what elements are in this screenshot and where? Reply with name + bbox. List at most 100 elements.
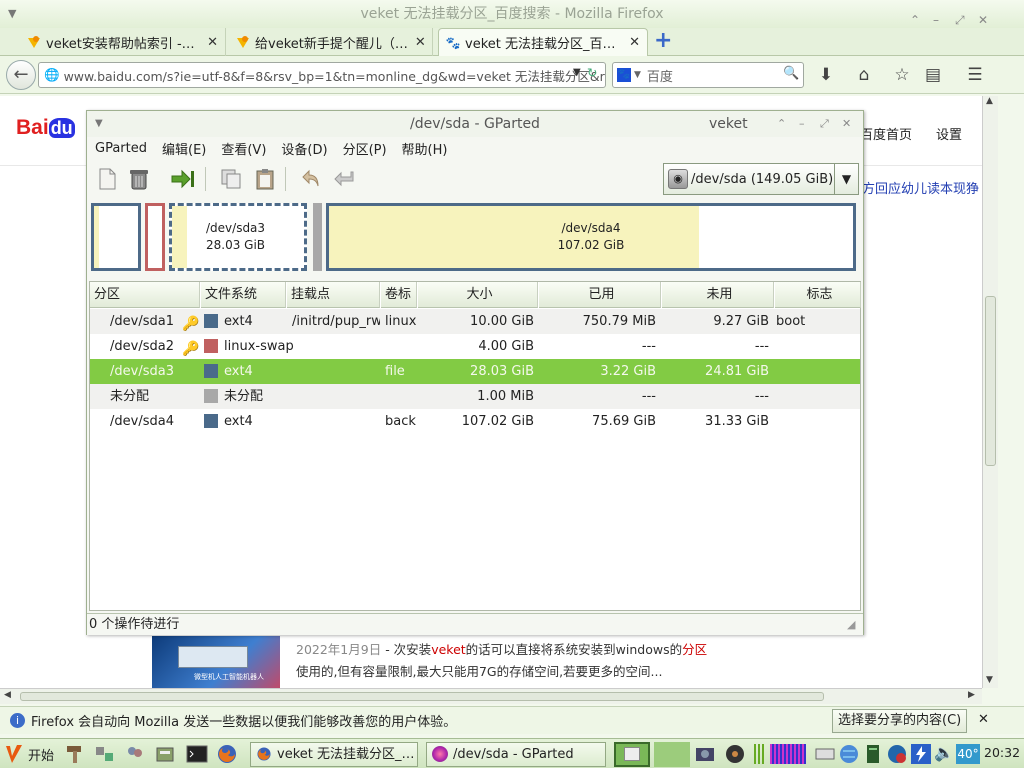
graph-seg-sda4[interactable]: /dev/sda4 107.02 GiB <box>326 203 856 271</box>
cell-unused: 31.33 GiB <box>705 414 769 429</box>
col-used[interactable]: 已用 <box>539 282 661 308</box>
url-bar[interactable]: 🌐 www.baidu.com/s?ie=utf-8&f=8&rsv_bp=1&… <box>38 62 606 88</box>
scroll-up-icon[interactable]: ▲ <box>986 96 993 106</box>
browser-tab-2[interactable]: 给veket新手提个醒儿（… ✕ <box>229 28 433 56</box>
menu-device[interactable]: 设备(D) <box>281 139 327 158</box>
vertical-scrollbar[interactable]: ▲ ▼ <box>982 96 998 688</box>
window-menu-icon[interactable]: ▼ <box>8 0 16 28</box>
menu-view[interactable]: 查看(V) <box>221 139 266 158</box>
scroll-down-icon[interactable]: ▼ <box>986 675 993 685</box>
horizontal-scrollbar[interactable]: ◀ ▶ <box>0 688 982 704</box>
side-news-link[interactable]: 方回应幼儿读本现狰 <box>862 178 979 197</box>
keyboard-icon[interactable] <box>814 743 836 765</box>
col-unused[interactable]: 未用 <box>662 282 774 308</box>
workspace-1[interactable] <box>614 742 650 767</box>
tools-hammer-icon[interactable] <box>64 743 86 765</box>
notification-close-icon[interactable]: ✕ <box>978 712 989 727</box>
power-bolt-icon[interactable] <box>910 743 932 765</box>
task-firefox[interactable]: veket 无法挂载分区_… <box>250 742 418 767</box>
baidu-home-link[interactable]: 百度首页 <box>860 124 912 143</box>
people-icon[interactable] <box>124 743 146 765</box>
volume-icon[interactable]: 🔈 <box>934 743 954 762</box>
share-choice-button[interactable]: 选择要分享的内容(C) <box>832 709 968 733</box>
resize-move-icon[interactable] <box>171 167 195 191</box>
baidu-search-engine-icon[interactable]: 🐾 <box>617 68 631 82</box>
workspace-window-icon <box>624 747 640 761</box>
start-button[interactable]: 开始 <box>4 742 54 766</box>
delete-trash-icon[interactable] <box>127 167 151 191</box>
apply-icon[interactable] <box>333 167 357 191</box>
update-icon[interactable] <box>886 743 908 765</box>
result-thumbnail[interactable]: 微型机人工智能机器人 <box>152 636 280 688</box>
server-icon[interactable] <box>862 743 884 765</box>
browser-tab-1[interactable]: veket安装帮助帖索引 -… ✕ <box>20 28 226 56</box>
hamburger-menu-icon[interactable]: ☰ <box>964 64 986 86</box>
gp-minimize-icon[interactable]: – <box>799 111 805 137</box>
device-selector[interactable]: ◉ /dev/sda (149.05 GiB) ▼ <box>663 163 859 195</box>
gparted-window: ▼ /dev/sda - GParted veket ⌃ – ⤢ ✕ GPart… <box>86 110 864 635</box>
firefox-launcher-icon[interactable] <box>216 743 238 765</box>
package-icon[interactable] <box>154 743 176 765</box>
gp-chevron-icon[interactable]: ⌃ <box>777 111 786 137</box>
reading-list-icon[interactable]: ▤ <box>922 64 944 86</box>
graph-seg-unallocated[interactable] <box>313 203 322 271</box>
gparted-window-menu-icon[interactable]: ▼ <box>95 111 103 137</box>
col-flags[interactable]: 标志 <box>775 282 861 308</box>
browser-tab-3-active[interactable]: 🐾 veket 无法挂载分区_百… ✕ <box>438 28 648 56</box>
search-bar[interactable]: 🐾 ▼ 百度 🔍 <box>612 62 804 88</box>
tab-close-icon[interactable]: ✕ <box>204 35 221 50</box>
graph-seg-sda2[interactable] <box>145 203 165 271</box>
tab-close-icon[interactable]: ✕ <box>626 35 643 50</box>
vertical-scroll-thumb[interactable] <box>985 296 996 466</box>
search-magnifier-icon[interactable]: 🔍 <box>783 66 799 81</box>
table-row-sda1[interactable]: /dev/sda1 🔑 ext4 /initrd/pup_rw linux 10… <box>90 309 860 334</box>
network-globe-icon[interactable] <box>838 743 860 765</box>
new-partition-icon[interactable] <box>95 167 119 191</box>
baidu-logo[interactable]: Bai du <box>16 116 75 140</box>
resize-grip-icon[interactable]: ◢ <box>847 614 855 636</box>
new-tab-plus-icon[interactable]: + <box>654 29 672 53</box>
menu-gparted[interactable]: GParted <box>95 141 147 156</box>
terminal-icon[interactable] <box>186 743 208 765</box>
puzzle-icon[interactable] <box>94 743 116 765</box>
horizontal-scroll-thumb[interactable] <box>20 692 824 701</box>
bookmark-star-icon[interactable]: ☆ <box>891 64 913 86</box>
table-row-sda4[interactable]: /dev/sda4 ext4 back 107.02 GiB 75.69 GiB… <box>90 409 860 434</box>
menu-help[interactable]: 帮助(H) <box>402 139 448 158</box>
host-name: veket <box>709 116 748 132</box>
url-dropdown-icon[interactable]: ▼ <box>573 67 581 78</box>
screenshot-icon[interactable] <box>694 743 716 765</box>
back-button[interactable]: ← <box>6 60 36 90</box>
undo-icon[interactable] <box>299 167 323 191</box>
home-icon[interactable]: ⌂ <box>853 64 875 86</box>
col-label[interactable]: 卷标 <box>381 282 417 308</box>
reload-icon[interactable]: ↻ <box>587 65 597 80</box>
menu-edit[interactable]: 编辑(E) <box>162 139 206 158</box>
graph-seg-sda1[interactable] <box>91 203 141 271</box>
table-row-sda2[interactable]: /dev/sda2 🔑 linux-swap 4.00 GiB --- --- <box>90 334 860 359</box>
device-dropdown-icon[interactable]: ▼ <box>834 164 858 194</box>
clock[interactable]: 20:32 <box>984 745 1020 760</box>
gp-maximize-icon[interactable]: ⤢ <box>820 111 829 137</box>
gp-close-icon[interactable]: ✕ <box>842 111 851 137</box>
scroll-left-icon[interactable]: ◀ <box>4 690 11 700</box>
col-partition[interactable]: 分区 <box>90 282 200 308</box>
col-filesystem[interactable]: 文件系统 <box>201 282 286 308</box>
scroll-right-icon[interactable]: ▶ <box>968 690 975 700</box>
table-row-unallocated[interactable]: 未分配 未分配 1.00 MiB --- --- <box>90 384 860 409</box>
download-icon[interactable]: ⬇ <box>815 64 837 86</box>
settings-link[interactable]: 设置 <box>936 124 962 143</box>
search-placeholder: 百度 <box>646 69 673 85</box>
tab-close-icon[interactable]: ✕ <box>412 35 429 50</box>
table-row-sda3-selected[interactable]: /dev/sda3 ext4 file 28.03 GiB 3.22 GiB 2… <box>90 359 860 384</box>
workspace-2[interactable] <box>654 742 690 767</box>
paste-icon[interactable] <box>253 167 277 191</box>
col-size[interactable]: 大小 <box>418 282 538 308</box>
engine-dropdown-icon[interactable]: ▼ <box>634 70 641 80</box>
menu-partition[interactable]: 分区(P) <box>343 139 387 158</box>
media-icon[interactable] <box>724 743 746 765</box>
graph-seg-sda3-selected[interactable]: /dev/sda3 28.03 GiB <box>169 203 307 271</box>
col-mountpoint[interactable]: 挂载点 <box>287 282 380 308</box>
task-gparted[interactable]: /dev/sda - GParted <box>426 742 606 767</box>
copy-icon[interactable] <box>219 167 243 191</box>
